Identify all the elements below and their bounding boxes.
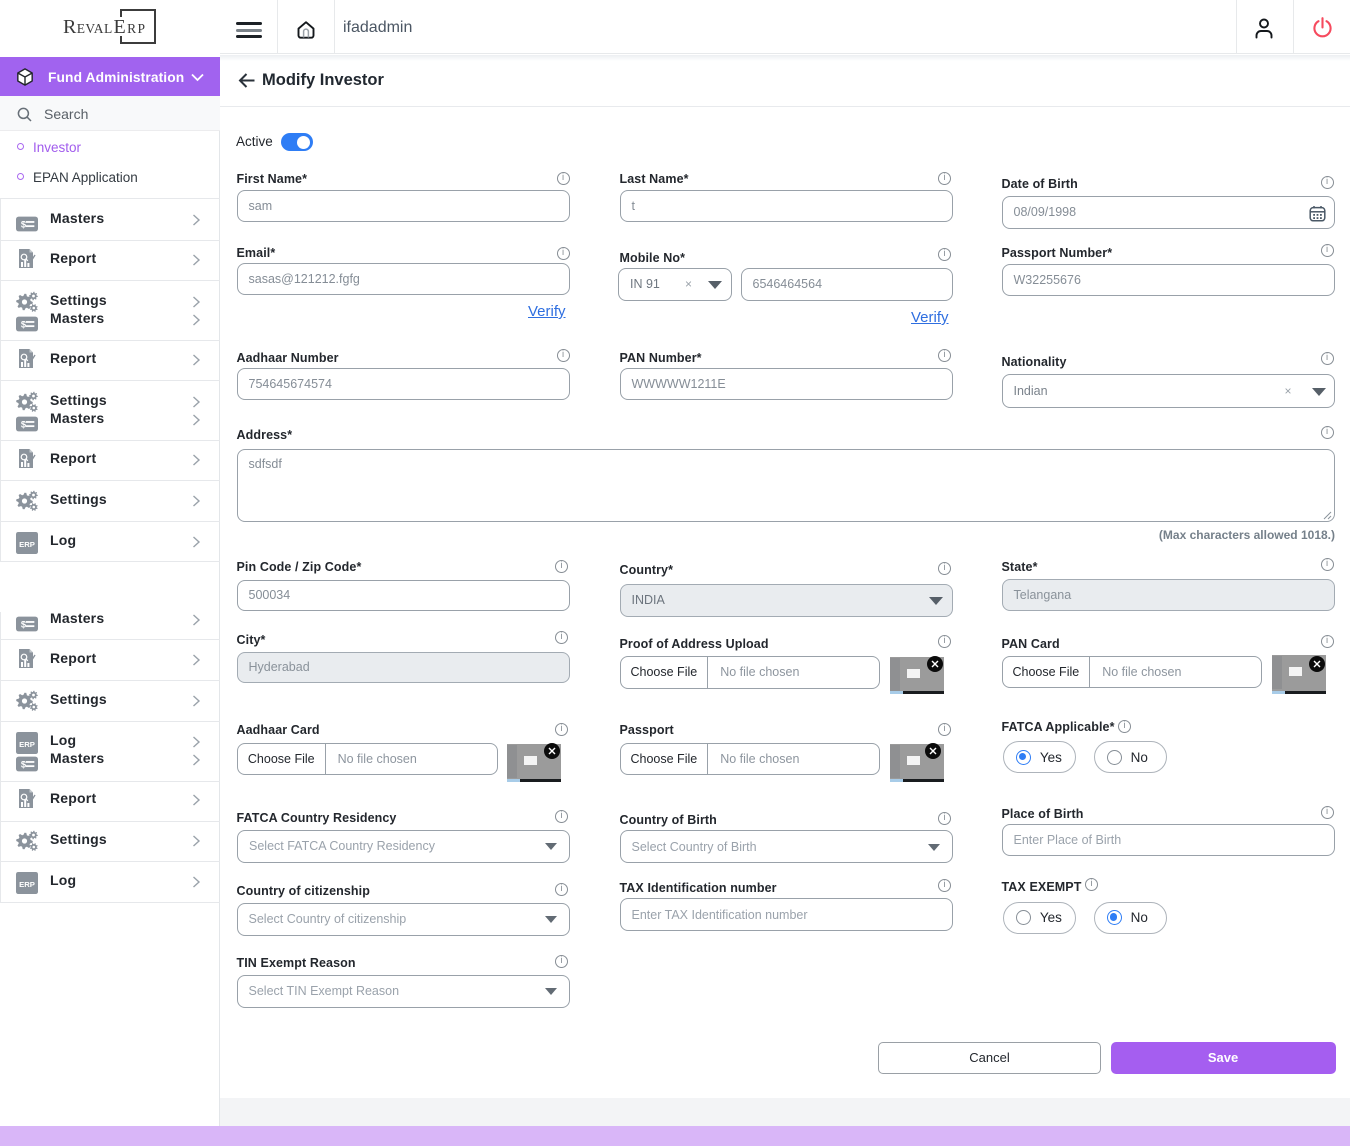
svg-text:ERP: ERP [19, 739, 35, 748]
svg-text:$: $ [21, 418, 27, 429]
svg-text:$: $ [21, 618, 27, 629]
svg-text:$: $ [21, 218, 27, 229]
svg-text:$: $ [21, 318, 27, 329]
svg-text:$: $ [21, 758, 27, 769]
svg-text:ERP: ERP [19, 539, 35, 548]
svg-text:ERP: ERP [19, 879, 35, 888]
